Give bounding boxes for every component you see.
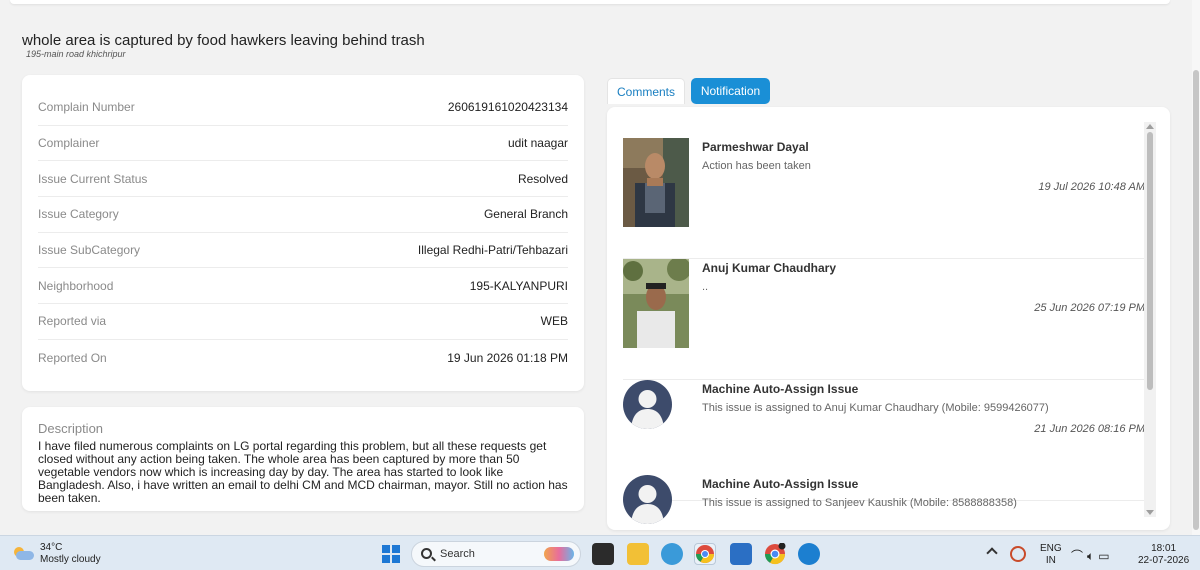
partly-cloudy-icon bbox=[12, 547, 34, 561]
detail-value: udit naagar bbox=[507, 136, 568, 151]
volume-icon[interactable]: 🔈︎ bbox=[1087, 549, 1098, 563]
detail-label: Issue Category bbox=[38, 207, 119, 222]
default-user-icon bbox=[623, 475, 672, 524]
feed-message: This issue is assigned to Sanjeev Kaushi… bbox=[702, 497, 1017, 509]
region-code: IN bbox=[1045, 555, 1056, 566]
feed-author: Machine Auto-Assign Issue bbox=[702, 382, 859, 396]
detail-row-reported-on: Reported On 19 Jun 2026 01:18 PM bbox=[38, 340, 568, 376]
detail-label: Issue Current Status bbox=[38, 171, 148, 186]
page-subtitle: 195-main road khichripur bbox=[26, 49, 126, 59]
page-title: whole area is captured by food hawkers l… bbox=[22, 32, 425, 49]
detail-label: Reported On bbox=[38, 350, 107, 365]
feed-timestamp: 19 Jul 2026 10:48 AM bbox=[1038, 181, 1145, 193]
user-photo-avatar bbox=[623, 259, 689, 348]
feed-author: Anuj Kumar Chaudhary bbox=[702, 261, 837, 275]
battery-icon[interactable]: ▭ bbox=[1098, 549, 1113, 563]
clock-date: 22-07-2026 bbox=[1138, 555, 1190, 566]
language-code: ENG bbox=[1040, 543, 1062, 554]
feed-timestamp: 25 Jun 2026 07:19 PM bbox=[1034, 302, 1145, 314]
search-icon bbox=[421, 548, 432, 559]
clock-time: 18:01 bbox=[1151, 543, 1177, 554]
feed-author: Machine Auto-Assign Issue bbox=[702, 477, 859, 491]
description-text: I have filed numerous complaints on LG p… bbox=[38, 439, 568, 505]
user-photo-avatar bbox=[623, 138, 689, 227]
page-scroll-thumb[interactable] bbox=[1193, 70, 1199, 530]
detail-value: WEB bbox=[540, 314, 568, 329]
detail-label: Complainer bbox=[38, 136, 100, 151]
description-card: Description I have filed numerous compla… bbox=[22, 407, 584, 511]
taskbar-clock[interactable]: 18:01 22-07-2026 bbox=[1138, 543, 1189, 567]
feed-item: Parmeshwar Dayal Action has been taken 1… bbox=[623, 138, 1145, 259]
weather-description: Mostly cloudy bbox=[40, 554, 101, 565]
feed-message: This issue is assigned to Anuj Kumar Cha… bbox=[702, 402, 1049, 414]
feed-item: Anuj Kumar Chaudhary .. 25 Jun 2026 07:1… bbox=[623, 259, 1145, 380]
language-indicator[interactable]: ENG IN bbox=[1040, 543, 1062, 567]
page-scrollbar[interactable] bbox=[1192, 0, 1200, 535]
chevron-up-icon[interactable] bbox=[986, 547, 998, 559]
feed-scrollbar[interactable] bbox=[1144, 122, 1156, 517]
feed-message: .. bbox=[702, 281, 709, 293]
wifi-icon[interactable]: ⌒ bbox=[1071, 549, 1087, 563]
detail-row-complainer: Complainer udit naagar bbox=[38, 126, 568, 162]
windows-taskbar: 34°C Mostly cloudy Search ENG IN ⌒🔈︎▭ 18… bbox=[0, 535, 1200, 570]
feed-author: Parmeshwar Dayal bbox=[702, 140, 809, 154]
chrome-icon[interactable] bbox=[694, 543, 716, 565]
windows-start-icon[interactable] bbox=[382, 545, 400, 563]
edge-icon[interactable] bbox=[798, 543, 820, 565]
taskbar-search-box[interactable]: Search bbox=[411, 541, 581, 567]
weather-widget[interactable]: 34°C Mostly cloudy bbox=[12, 542, 101, 566]
task-view-icon[interactable] bbox=[592, 543, 614, 565]
detail-label: Complain Number bbox=[38, 100, 135, 115]
feed-timestamp: 21 Jun 2026 08:16 PM bbox=[1034, 423, 1145, 435]
feed-item: Machine Auto-Assign Issue This issue is … bbox=[623, 475, 1145, 530]
search-highlight-icon bbox=[544, 547, 574, 561]
complaint-details-card: Complain Number 260619161020423134 Compl… bbox=[22, 75, 584, 391]
detail-value: 195-KALYANPURI bbox=[469, 278, 568, 293]
browser-app-icon[interactable] bbox=[661, 543, 683, 565]
notification-feed: Parmeshwar Dayal Action has been taken 1… bbox=[607, 107, 1170, 530]
system-tray-icons[interactable]: ⌒🔈︎▭ bbox=[1071, 547, 1114, 564]
detail-label: Issue SubCategory bbox=[38, 243, 141, 258]
detail-value: General Branch bbox=[483, 207, 568, 222]
feed-message: Action has been taken bbox=[702, 160, 811, 172]
detail-value: 19 Jun 2026 01:18 PM bbox=[447, 350, 568, 365]
detail-value: Illegal Redhi-Patri/Tehbazari bbox=[417, 243, 568, 258]
detail-row-neighborhood: Neighborhood 195-KALYANPURI bbox=[38, 268, 568, 305]
weather-temperature: 34°C bbox=[40, 542, 63, 553]
tab-notification[interactable]: Notification bbox=[691, 78, 770, 104]
description-title: Description bbox=[38, 421, 104, 436]
scroll-up-arrow-icon[interactable] bbox=[1146, 124, 1154, 129]
chrome-profile-icon[interactable] bbox=[764, 542, 786, 565]
sync-icon[interactable] bbox=[1010, 546, 1026, 562]
detail-value: Resolved bbox=[517, 171, 568, 186]
feed-scroll-thumb[interactable] bbox=[1147, 132, 1153, 390]
default-user-icon bbox=[623, 380, 672, 429]
top-panel-edge bbox=[10, 0, 1170, 4]
file-explorer-icon[interactable] bbox=[627, 543, 649, 565]
detail-row-status: Issue Current Status Resolved bbox=[38, 161, 568, 198]
tab-comments[interactable]: Comments bbox=[607, 78, 685, 104]
detail-label: Reported via bbox=[38, 314, 107, 329]
detail-row-subcategory: Issue SubCategory Illegal Redhi-Patri/Te… bbox=[38, 233, 568, 269]
search-placeholder: Search bbox=[440, 548, 475, 560]
detail-row-complain-number: Complain Number 260619161020423134 bbox=[38, 90, 568, 126]
detail-label: Neighborhood bbox=[38, 278, 114, 293]
detail-row-reported-via: Reported via WEB bbox=[38, 304, 568, 340]
notepad-icon[interactable] bbox=[730, 543, 752, 565]
detail-row-category: Issue Category General Branch bbox=[38, 197, 568, 233]
detail-value: 260619161020423134 bbox=[447, 100, 568, 115]
scroll-down-arrow-icon[interactable] bbox=[1146, 510, 1154, 515]
